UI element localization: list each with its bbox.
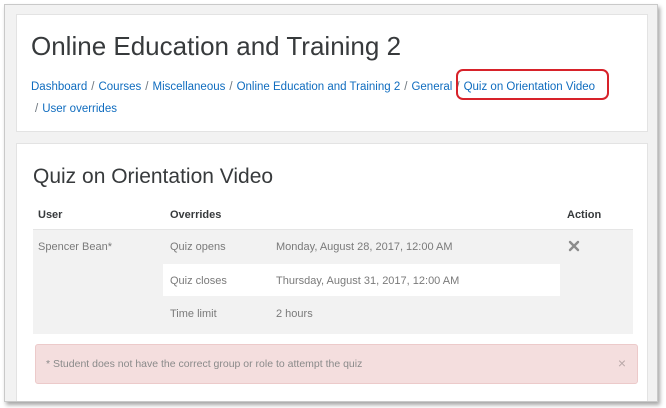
breadcrumb-separator: / [35,103,39,115]
overrides-table: User Overrides Action Spencer Bean* Quiz… [33,200,633,334]
quiz-title: Quiz on Orientation Video [33,165,274,188]
breadcrumb-dashboard[interactable]: Dashboard [31,81,87,93]
column-header-action: Action [567,209,602,221]
breadcrumb-separator: / [229,81,233,93]
setting-label: Quiz closes [170,275,227,287]
breadcrumb-quiz[interactable]: Quiz on Orientation Video [464,81,595,93]
table-row: Spencer Bean* Quiz opens Monday, August … [33,230,633,334]
setting-value: Monday, August 28, 2017, 12:00 AM [276,241,453,253]
breadcrumb: Dashboard / Courses / Miscellaneous / Online E… [31,76,631,120]
breadcrumb-separator: / [145,81,149,93]
override-user-name: Spencer Bean* [38,241,112,253]
breadcrumb-separator: / [404,81,408,93]
main-content-card: Quiz on Orientation Video User Overrides… [16,143,648,401]
screenshot-frame: Online Education and Training 2 Dashboar… [4,4,658,402]
breadcrumb-user-overrides[interactable]: User overrides [42,103,117,115]
delete-override-icon[interactable] [568,240,580,252]
warning-alert: * Student does not have the correct grou… [35,344,638,384]
setting-label: Time limit [170,308,217,320]
page-title: Online Education and Training 2 [31,31,402,61]
alert-close-button[interactable]: × [618,356,626,370]
breadcrumb-separator: / [456,81,460,93]
breadcrumb-separator: / [91,81,95,93]
alert-message: * Student does not have the correct grou… [46,358,363,370]
page-header-card: Online Education and Training 2 Dashboar… [16,14,648,132]
setting-value: Thursday, August 31, 2017, 12:00 AM [276,275,460,287]
column-header-overrides: Overrides [170,209,222,221]
table-header: User Overrides Action [33,200,633,230]
setting-value: 2 hours [276,308,313,320]
breadcrumb-general[interactable]: General [411,81,452,93]
setting-label: Quiz opens [170,241,226,253]
breadcrumb-course[interactable]: Online Education and Training 2 [237,81,401,93]
breadcrumb-miscellaneous[interactable]: Miscellaneous [153,81,226,93]
column-header-user: User [38,209,63,221]
breadcrumb-courses[interactable]: Courses [98,81,141,93]
